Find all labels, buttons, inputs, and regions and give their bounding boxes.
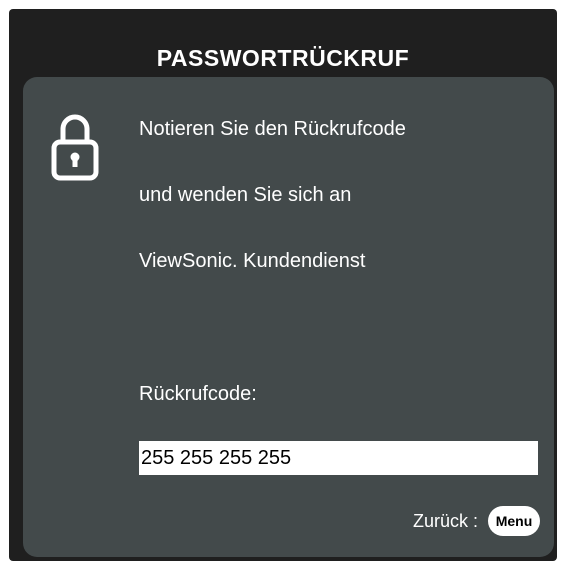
lock-icon [51,114,99,181]
password-recall-dialog: PASSWORTRÜCKRUF Notieren Sie den Rückruf… [9,9,557,561]
recall-code-field: 255 255 255 255 [139,441,538,475]
dialog-title: PASSWORTRÜCKRUF [156,45,410,71]
menu-button[interactable]: Menu [488,506,540,536]
message-line-1: Notieren Sie den Rückrufcode [139,118,406,140]
back-label: Zurück : [412,510,478,531]
message-line-3: ViewSonic. Kundendienst [139,250,366,272]
message-line-2: und wenden Sie sich an [139,184,352,206]
recall-code-label: Rückrufcode: [139,383,257,405]
dialog-content-panel: Notieren Sie den Rückrufcode und wenden … [23,77,554,557]
back-hint: Zurück : Menu [413,505,540,537]
